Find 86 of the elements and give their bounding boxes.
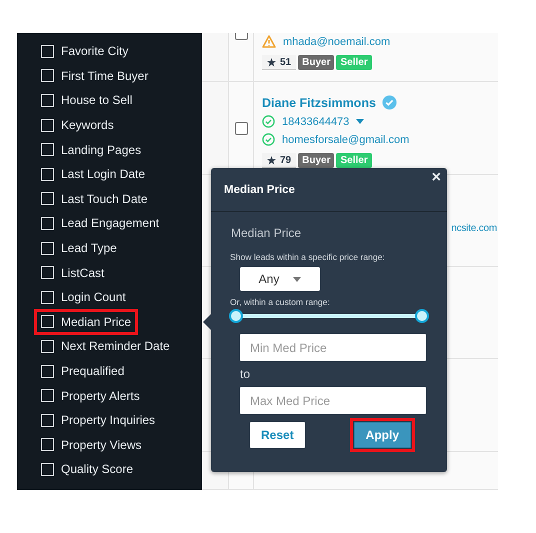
checkbox[interactable] <box>41 216 54 230</box>
filter-label: Property Inquiries <box>61 413 156 428</box>
filter-label: Lead Engagement <box>61 216 160 230</box>
star-icon <box>267 156 276 164</box>
checkbox[interactable] <box>41 94 54 107</box>
email-link[interactable]: homesforsale@gmail.com <box>282 134 410 146</box>
filter-option[interactable]: House to Sell <box>34 87 140 114</box>
filter-label: Login Count <box>61 290 126 304</box>
filter-option[interactable]: ListCast <box>34 260 112 286</box>
filter-option[interactable]: Prequalified <box>34 358 132 384</box>
to-label: to <box>240 367 252 381</box>
email-link[interactable]: mhada@noemail.com <box>283 36 390 48</box>
filter-option[interactable]: Keywords <box>34 112 121 138</box>
checkbox[interactable] <box>41 118 54 132</box>
hint-text: Show leads within a specific price range: <box>230 252 386 262</box>
checkbox[interactable] <box>41 389 54 402</box>
lead-tag: Buyer <box>298 153 334 168</box>
filter-option[interactable]: Login Count <box>34 284 133 310</box>
email-link[interactable]: ncsite.com <box>451 223 497 234</box>
filter-label: Next Reminder Date <box>61 339 170 354</box>
star-icon <box>267 58 276 66</box>
filter-label: ListCast <box>61 266 104 280</box>
section-title: Median Price <box>231 226 302 240</box>
custom-range-label: Or, within a custom range: <box>230 297 331 307</box>
filter-option[interactable]: Quality Score <box>34 456 140 482</box>
check-circle-icon <box>262 133 275 146</box>
checkbox[interactable] <box>41 44 54 58</box>
filter-option[interactable]: Lead Type <box>34 235 124 262</box>
checkbox[interactable] <box>41 340 54 353</box>
row-checkbox[interactable] <box>234 122 248 134</box>
caret-icon[interactable] <box>356 119 364 124</box>
checkbox[interactable] <box>41 364 54 378</box>
lead-tag: Seller <box>336 153 372 168</box>
filter-label: First Time Buyer <box>61 68 148 83</box>
checkbox[interactable] <box>41 438 54 452</box>
checkbox[interactable] <box>41 290 54 304</box>
checkbox[interactable] <box>41 315 54 328</box>
filter-option[interactable]: Favorite City <box>34 38 136 64</box>
checkbox[interactable] <box>41 242 54 255</box>
filter-label: Landing Pages <box>61 142 142 157</box>
price-range-select[interactable]: Any <box>240 267 320 291</box>
warning-icon <box>262 35 276 48</box>
checkbox[interactable] <box>41 192 54 206</box>
filter-option[interactable]: Landing Pages <box>34 136 148 163</box>
min-price-field[interactable]: Min Med Price <box>240 334 426 361</box>
max-price-field[interactable]: Max Med Price <box>240 387 426 414</box>
filter-label: Property Views <box>61 438 142 452</box>
filter-label: Prequalified <box>61 364 124 378</box>
range-slider[interactable] <box>229 309 429 323</box>
lead-tag: Buyer <box>298 55 334 70</box>
filter-option[interactable]: Property Views <box>34 432 148 458</box>
filter-label: Quality Score <box>61 462 134 476</box>
filter-label: Last Login Date <box>61 167 146 182</box>
checkbox[interactable] <box>41 69 54 82</box>
checkbox[interactable] <box>41 143 54 156</box>
checkbox[interactable] <box>41 462 54 476</box>
filter-option[interactable]: Lead Engagement <box>34 210 166 236</box>
reset-button[interactable]: Reset <box>250 422 305 448</box>
lead-name[interactable]: Diane Fitzsimmons <box>262 96 376 110</box>
score-value: 79 <box>280 154 292 166</box>
filter-label: Median Price <box>61 314 132 329</box>
filter-label: Lead Type <box>61 241 117 256</box>
filter-label: House to Sell <box>61 93 132 108</box>
lead-tag: Seller <box>336 55 372 70</box>
filter-label: Favorite City <box>61 44 128 58</box>
filter-option[interactable]: Last Login Date <box>34 161 152 188</box>
checkbox[interactable] <box>41 266 54 280</box>
check-circle-icon <box>262 115 275 128</box>
checkbox[interactable] <box>41 168 54 181</box>
filter-option[interactable]: Property Alerts <box>34 382 147 409</box>
popover-title: Median Price <box>224 184 295 196</box>
filter-option[interactable]: First Time Buyer <box>34 62 156 89</box>
filter-label: Property Alerts <box>61 388 140 403</box>
filter-option[interactable]: Median Price <box>34 308 138 335</box>
filter-label: Keywords <box>61 118 114 132</box>
phone-link[interactable]: 18433644473 <box>282 116 350 128</box>
checkbox[interactable] <box>41 414 54 427</box>
close-button[interactable]: × <box>430 170 443 186</box>
filter-option[interactable]: Next Reminder Date <box>34 333 177 360</box>
filter-option[interactable]: Property Inquiries <box>34 407 162 434</box>
slider-handle[interactable] <box>415 309 429 323</box>
filter-label: Last Touch Date <box>61 192 148 206</box>
slider-handle[interactable] <box>229 309 243 323</box>
filter-option[interactable]: Last Touch Date <box>34 186 155 212</box>
caret-icon <box>293 276 302 282</box>
score-value: 51 <box>280 56 292 68</box>
